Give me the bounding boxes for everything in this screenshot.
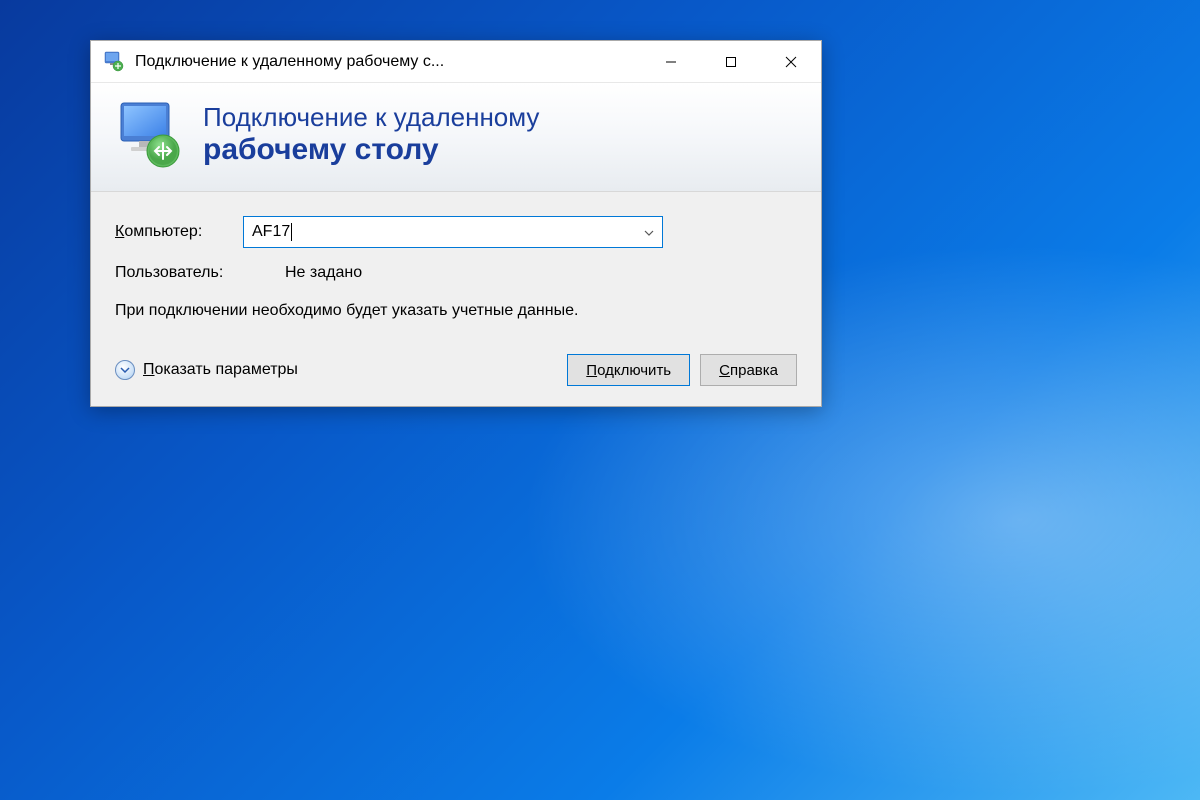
dialog-body: Компьютер: AF17 Пользователь: Не задано … [91, 192, 821, 406]
rdp-large-icon [113, 99, 185, 171]
chevron-down-circle-icon [115, 360, 135, 380]
show-options-toggle[interactable]: Показать параметры [115, 360, 298, 380]
connect-button[interactable]: Подключить [567, 354, 690, 386]
titlebar[interactable]: Подключение к удаленному рабочему с... [91, 41, 821, 83]
user-value: Не задано [285, 264, 362, 282]
window-title: Подключение к удаленному рабочему с... [135, 53, 641, 71]
rdp-app-icon [103, 51, 125, 73]
header-line1: Подключение к удаленному [203, 103, 539, 133]
computer-value: AF17 [252, 223, 636, 241]
rdp-window: Подключение к удаленному рабочему с... [90, 40, 822, 407]
help-button[interactable]: Справка [700, 354, 797, 386]
computer-combobox[interactable]: AF17 [243, 216, 663, 248]
minimize-button[interactable] [641, 41, 701, 82]
show-options-label: Показать параметры [143, 361, 298, 379]
chevron-down-icon[interactable] [636, 225, 654, 239]
window-controls [641, 41, 821, 82]
header-banner: Подключение к удаленному рабочему столу [91, 83, 821, 192]
credentials-hint: При подключении необходимо будет указать… [115, 300, 615, 322]
maximize-button[interactable] [701, 41, 761, 82]
close-button[interactable] [761, 41, 821, 82]
user-label: Пользователь: [115, 264, 285, 282]
computer-label: Компьютер: [115, 223, 243, 241]
header-line2: рабочему столу [203, 133, 539, 168]
